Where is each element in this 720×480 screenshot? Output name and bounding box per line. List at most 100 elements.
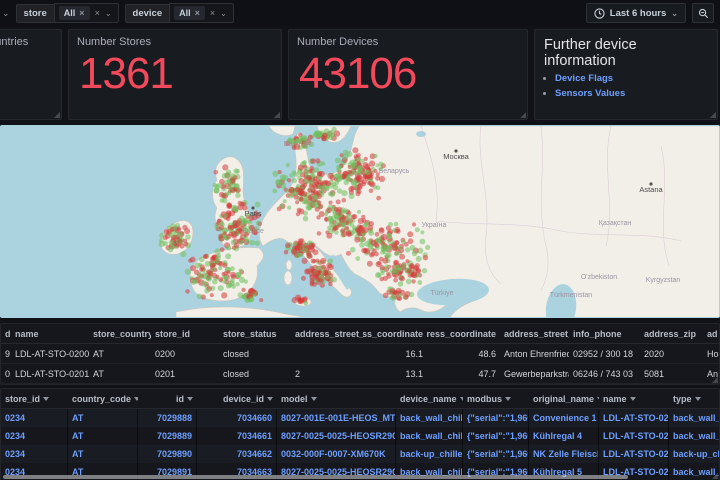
table-body: 9 LDL-AT-STO-0200 AT 0200 closed 16.1 48.6 Anto… — [1, 344, 719, 384]
table-cell[interactable]: back_wall_chille... — [396, 409, 463, 427]
column-header[interactable]: modbus — [463, 389, 529, 408]
funnel-icon[interactable] — [187, 396, 193, 401]
column-header[interactable]: address_street_num — [291, 324, 363, 343]
column-header[interactable]: address_street_nam — [500, 324, 569, 343]
table-cell[interactable]: 0234 — [1, 445, 68, 463]
device-table: store_id country_code id device_id model devi… — [1, 389, 719, 480]
column-header[interactable]: id — [138, 389, 197, 408]
horizontal-scrollbar[interactable] — [3, 475, 628, 479]
table-cell[interactable]: AT — [68, 409, 138, 427]
funnel-icon[interactable] — [629, 396, 636, 401]
chevron-down-icon[interactable]: ⌄ — [105, 9, 112, 18]
variable-value-picker[interactable]: All × × ⌄ — [169, 3, 234, 23]
table-cell[interactable]: AT — [68, 427, 138, 445]
table-cell[interactable]: back-up_chille... — [669, 445, 719, 463]
list-item: Device Flags — [555, 73, 717, 84]
sensors-values-link[interactable]: Sensors Values — [555, 88, 625, 99]
table-cell[interactable]: back_wall_chille... — [669, 427, 719, 445]
column-header[interactable]: address_coordinate — [363, 324, 427, 343]
time-zoom-out-button[interactable] — [692, 3, 714, 23]
table-header-row: d name store_country store_id store_status ad… — [1, 324, 719, 344]
column-header[interactable]: store_id — [151, 324, 219, 343]
table-cell[interactable]: LDL-AT-STO-02... — [599, 409, 669, 427]
table-cell[interactable]: 7029889 — [138, 427, 197, 445]
funnel-icon[interactable] — [310, 396, 317, 401]
table-cell[interactable]: {"serial":"1,960... — [463, 427, 529, 445]
column-header[interactable]: device_name — [396, 389, 463, 408]
map-region-label: Україна — [422, 222, 447, 229]
map-city-label: Москва — [443, 152, 469, 161]
table-cell[interactable]: back-up_chiller_... — [396, 445, 463, 463]
time-range-picker[interactable]: Last 6 hours ⌄ — [585, 3, 686, 23]
table-cell[interactable]: 0234 — [1, 409, 68, 427]
table-cell[interactable]: 0032-000F-0007-XM670K — [277, 445, 396, 463]
table-cell[interactable]: LDL-AT-STO-02... — [599, 427, 669, 445]
table-cell[interactable]: 7034660 — [197, 409, 277, 427]
table-cell[interactable]: 7034661 — [197, 427, 277, 445]
column-header[interactable]: address_zip — [640, 324, 703, 343]
table-cell[interactable]: 0234 — [1, 427, 68, 445]
table-header-row: store_id country_code id device_id model devi… — [1, 389, 719, 409]
table-cell: closed — [223, 348, 250, 359]
clock-icon — [594, 7, 605, 19]
table-cell[interactable]: back_wall_chille... — [396, 427, 463, 445]
table-cell: An — [707, 368, 719, 379]
panel-title: Number Stores — [77, 36, 151, 48]
table-cell[interactable]: {"serial":"1,960... — [463, 445, 529, 463]
device-flags-link[interactable]: Device Flags — [555, 73, 613, 84]
table-cell: 2 — [295, 368, 301, 379]
column-header[interactable]: device_id — [197, 389, 277, 408]
table-cell[interactable]: 7034662 — [197, 445, 277, 463]
table-cell[interactable]: LDL-AT-STO-02... — [599, 445, 669, 463]
time-range-label: Last 6 hours — [609, 7, 667, 19]
column-header[interactable]: name — [11, 324, 89, 343]
column-header[interactable]: original_name — [529, 389, 599, 408]
column-header[interactable]: store_status — [219, 324, 291, 343]
close-icon[interactable]: × — [95, 8, 100, 18]
table-cell[interactable]: AT — [68, 445, 138, 463]
table-cell[interactable]: 7029890 — [138, 445, 197, 463]
chevron-down-icon[interactable]: ⌄ — [220, 9, 227, 18]
table-cell: 0201 — [155, 368, 176, 379]
geomap-panel[interactable]: Danmark Беларусь Україна Қазақстан France Tür… — [0, 125, 720, 318]
table-cell[interactable]: 8027-001E-001E-HEOS_MT — [277, 409, 396, 427]
variable-value-picker[interactable]: All × × ⌄ — [53, 3, 119, 23]
table-cell: LDL-AT-STO-0201 — [15, 368, 89, 379]
close-icon[interactable]: × — [195, 8, 200, 18]
column-header[interactable]: d — [1, 324, 11, 343]
close-icon[interactable]: × — [79, 8, 84, 18]
horizontal-scrollbar-track[interactable] — [1, 474, 719, 480]
table-cell[interactable]: back_wall_chille... — [669, 409, 719, 427]
close-icon[interactable]: × — [210, 8, 215, 18]
column-header[interactable]: name — [599, 389, 669, 408]
chevron-down-icon[interactable]: ⌄ — [2, 8, 10, 19]
table-row: 0234 AT 7029890 7034662 0032-000F-0007-XM670… — [1, 445, 719, 463]
table-cell[interactable]: Kühlregal 4 — [529, 427, 599, 445]
chevron-down-icon: ⌄ — [671, 8, 678, 18]
variable-tag[interactable]: All × — [58, 6, 90, 20]
device-table-panel: store_id country_code id device_id model devi… — [0, 388, 720, 480]
table-cell[interactable]: Convenience 1 — [529, 409, 599, 427]
column-header[interactable]: store_id — [1, 389, 68, 408]
table-cell[interactable]: 8027-0025-0025-HEOSR290 — [277, 427, 396, 445]
column-header[interactable]: store_country — [89, 324, 151, 343]
column-header[interactable]: info_phone — [569, 324, 640, 343]
stat-value: 43106 — [299, 49, 417, 98]
dashboard-filter-bar: ⌄ store All × × ⌄ device All × × ⌄ Last … — [0, 0, 720, 26]
table-cell[interactable]: {"serial":"1,960... — [463, 409, 529, 427]
table-cell: 0 — [5, 368, 11, 379]
table-cell: Anton Ehrenfried-Stra — [504, 348, 569, 359]
variable-tag[interactable]: All × — [174, 6, 205, 20]
funnel-icon[interactable] — [505, 396, 511, 401]
table-cell[interactable]: 7029888 — [138, 409, 197, 427]
table-cell[interactable]: NK Zelle Fleisch... — [529, 445, 599, 463]
column-header[interactable]: type — [669, 389, 719, 408]
column-header[interactable]: country_code — [68, 389, 138, 408]
map-region-label: Türkmenistan — [550, 292, 593, 299]
funnel-icon[interactable] — [267, 396, 273, 401]
funnel-icon[interactable] — [694, 396, 701, 401]
column-header[interactable]: model — [277, 389, 396, 408]
funnel-icon[interactable] — [43, 396, 50, 401]
column-header[interactable]: address_coordinate — [427, 324, 500, 343]
column-header[interactable]: ad — [703, 324, 719, 343]
